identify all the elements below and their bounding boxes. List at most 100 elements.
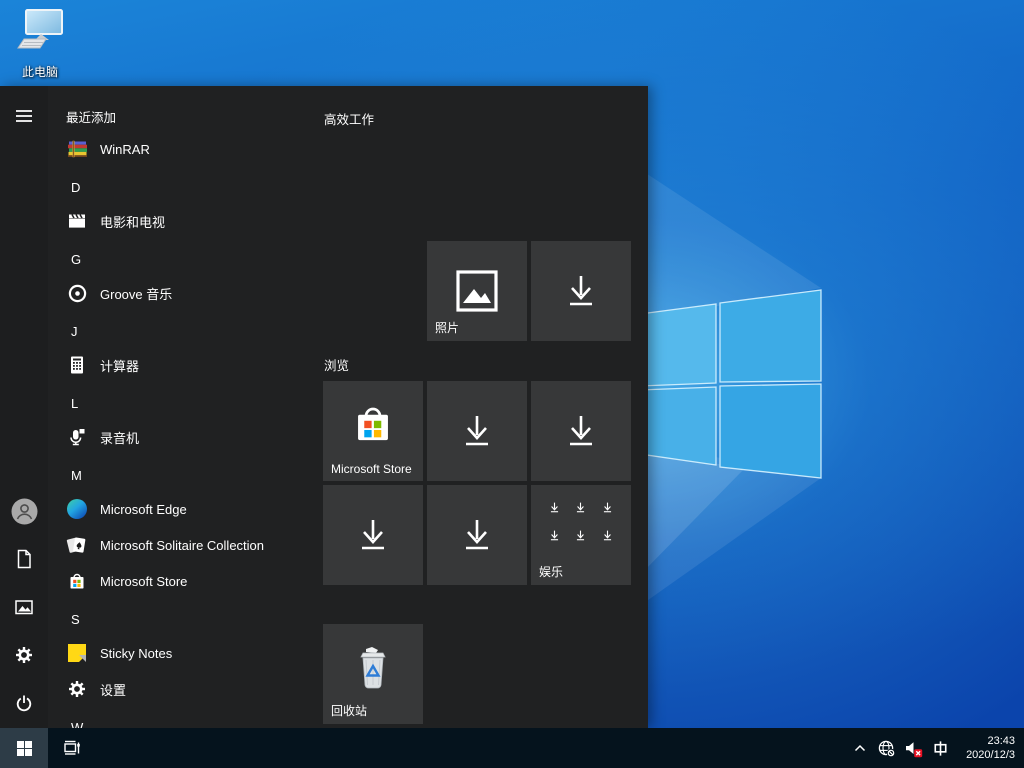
start-menu-rail [0,86,48,728]
app-item-label: 电影和电视 [100,212,165,231]
settings-gear-icon [66,678,88,700]
app-list-letter-j[interactable]: J [58,313,314,349]
tile-group-title-productivity[interactable]: 高效工作 [324,108,374,128]
network-status-button[interactable] [873,728,900,768]
app-item-movies-tv[interactable]: 电影和电视 [58,203,314,239]
windows-logo-icon [16,740,33,757]
screen: 此电脑 [0,0,1024,768]
app-list-letter-l[interactable]: L [58,385,314,421]
this-pc-icon [14,8,66,56]
app-item-label: 录音机 [100,428,139,447]
app-list-letter-w[interactable]: W [58,709,314,728]
app-list-letter-d[interactable]: D [58,169,314,205]
app-list-letter-s[interactable]: S [58,601,314,637]
volume-button[interactable] [900,728,927,768]
tile-label: 照片 [435,319,459,336]
app-item-microsoft-edge[interactable]: Microsoft Edge [58,491,314,527]
speaker-muted-icon [904,739,923,758]
pictures-button[interactable] [0,583,48,631]
chevron-up-icon [852,741,868,755]
start-menu: 最近添加 WinRAR D [0,86,648,728]
edge-icon [66,498,88,520]
clock-time: 23:43 [954,734,1015,748]
tile-label: 娱乐 [539,563,563,580]
movies-tv-icon [66,210,88,232]
photos-icon [455,269,499,313]
app-item-sticky-notes[interactable]: Sticky Notes [58,635,314,671]
download-arrow-icon [457,515,497,555]
app-item-label: Sticky Notes [100,646,172,661]
sticky-notes-icon [66,642,88,664]
ime-indicator-button[interactable] [927,728,954,768]
app-item-voice-recorder[interactable]: 录音机 [58,419,314,455]
voice-recorder-icon [66,426,88,448]
tile-downloading-5[interactable] [427,485,527,585]
settings-button[interactable] [0,631,48,679]
documents-icon [14,549,34,569]
solitaire-icon [66,534,88,556]
user-avatar-icon [11,498,38,525]
download-arrow-icon [457,411,497,451]
tile-label: Microsoft Store [331,462,412,476]
desktop-icon-this-pc[interactable]: 此电脑 [6,8,74,80]
download-arrow-icon [353,515,393,555]
taskbar-clock[interactable]: 23:43 2020/12/3 [954,734,1024,762]
taskbar: 23:43 2020/12/3 [0,728,1024,768]
groove-music-icon [66,282,88,304]
globe-no-internet-icon [877,739,896,758]
recently-added-header: 最近添加 [66,98,116,134]
app-item-label: 计算器 [100,356,139,375]
tile-group-title-browse[interactable]: 浏览 [324,354,349,374]
winrar-icon [66,138,88,160]
power-icon [14,693,34,713]
clock-date: 2020/12/3 [954,748,1015,762]
app-item-label: Groove 音乐 [100,284,172,303]
start-app-list: 最近添加 WinRAR D [48,86,320,728]
pictures-icon [14,597,34,617]
expand-menu-button[interactable] [0,92,48,140]
user-account-button[interactable] [0,487,48,535]
tile-recycle-bin[interactable]: 回收站 [323,624,423,724]
app-item-solitaire[interactable]: Microsoft Solitaire Collection [58,527,314,563]
store-icon [350,401,396,447]
tile-downloading-1[interactable] [531,241,631,341]
app-item-label: Microsoft Store [100,574,187,589]
task-view-icon [62,738,82,758]
tile-downloading-4[interactable] [323,485,423,585]
app-item-label: WinRAR [100,142,150,157]
show-hidden-icons-button[interactable] [846,728,873,768]
letter-label: G [71,252,81,267]
letter-label: D [71,180,80,195]
power-button[interactable] [0,679,48,727]
tile-photos[interactable]: 照片 [427,241,527,341]
task-view-button[interactable] [48,728,96,768]
app-item-microsoft-store[interactable]: Microsoft Store [58,563,314,599]
app-item-winrar[interactable]: WinRAR [58,131,314,167]
store-icon [66,570,88,592]
app-item-label: Microsoft Edge [100,502,187,517]
tile-folder-entertainment[interactable]: 娱乐 [531,485,631,585]
letter-label: M [71,468,82,483]
tile-downloading-3[interactable] [531,381,631,481]
app-item-settings[interactable]: 设置 [58,671,314,707]
ime-chinese-icon [931,739,950,758]
desktop-icon-label: 此电脑 [6,63,74,80]
folder-tile-preview [541,493,621,549]
app-item-label: Microsoft Solitaire Collection [100,538,264,553]
hamburger-icon [15,109,33,123]
start-button[interactable] [0,728,48,768]
letter-label: S [71,612,80,627]
app-item-calculator[interactable]: 计算器 [58,347,314,383]
documents-button[interactable] [0,535,48,583]
app-list-letter-g[interactable]: G [58,241,314,277]
download-arrow-icon [561,411,601,451]
app-item-label: 设置 [100,680,126,699]
system-tray: 23:43 2020/12/3 [846,728,1024,768]
tile-downloading-2[interactable] [427,381,527,481]
letter-label: J [71,324,78,339]
download-arrow-icon [561,271,601,311]
app-item-groove-music[interactable]: Groove 音乐 [58,275,314,311]
tile-microsoft-store[interactable]: Microsoft Store [323,381,423,481]
start-tiles-area: 高效工作 照片 浏览 [323,86,643,728]
app-list-letter-m[interactable]: M [58,457,314,493]
